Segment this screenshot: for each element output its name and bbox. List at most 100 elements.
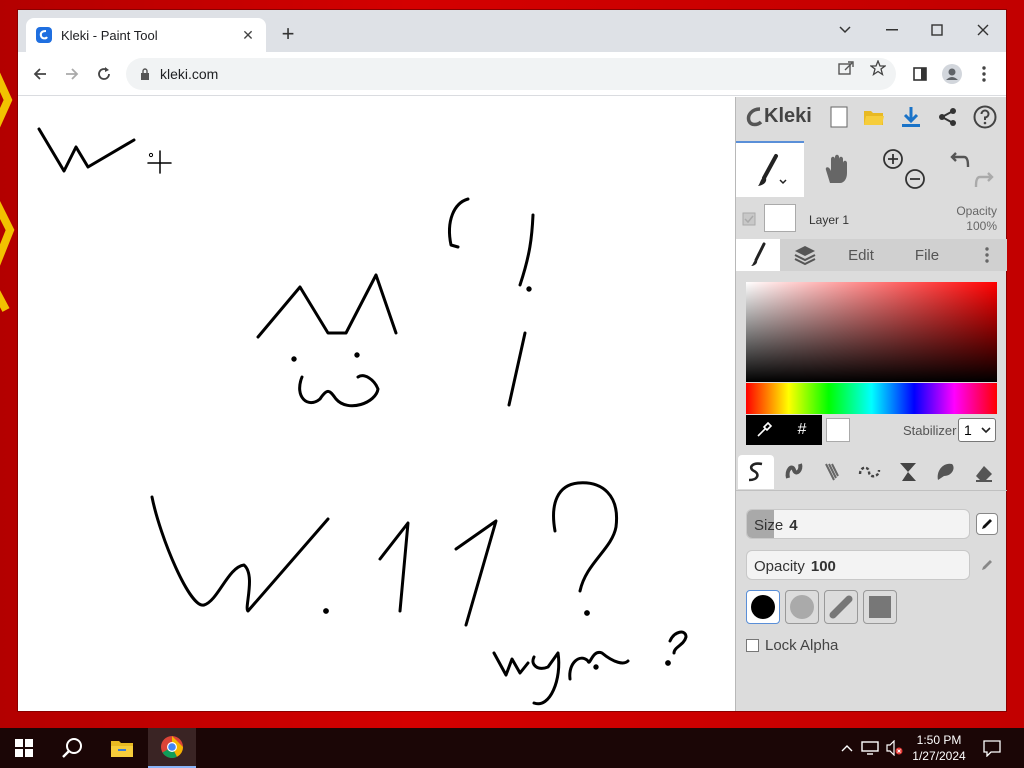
lock-icon	[141, 68, 149, 80]
blend-brush-button[interactable]	[776, 455, 812, 489]
eyedropper-button[interactable]	[746, 415, 782, 445]
folder-icon	[111, 741, 133, 757]
chevron-down-icon	[981, 427, 991, 434]
bookmark-star-icon[interactable]	[868, 58, 888, 78]
size-label: Size	[754, 517, 784, 534]
hex-input-button[interactable]: #	[782, 415, 822, 445]
layer-preview-row[interactable]: Layer 1 Opacity 100%	[736, 201, 1007, 239]
new-image-button[interactable]	[825, 103, 853, 131]
brush-shape-square-button[interactable]	[863, 590, 897, 624]
lock-alpha-checkbox[interactable]	[746, 639, 759, 652]
stabilizer-select[interactable]: 1	[958, 418, 996, 442]
opacity-label: Opacity	[754, 558, 805, 575]
smudge-brush-button[interactable]	[928, 455, 964, 489]
zoom-controls	[870, 141, 938, 197]
tab-search-button[interactable]	[831, 18, 859, 42]
open-file-button[interactable]	[860, 103, 888, 131]
eraser-button[interactable]	[966, 455, 1002, 489]
brush-shape-chisel-button[interactable]	[824, 590, 858, 624]
undo-redo-icon[interactable]	[948, 147, 996, 191]
minimize-button[interactable]	[878, 18, 906, 42]
pen-brush-icon	[748, 462, 763, 482]
chemy-brush-icon	[900, 463, 916, 481]
secondary-color-swatch[interactable]	[826, 418, 850, 442]
tab-edit[interactable]: Edit	[830, 239, 892, 271]
download-icon	[902, 107, 920, 127]
arrow-left-icon	[33, 68, 46, 80]
hue-slider[interactable]	[746, 383, 997, 414]
hand-tool-button[interactable]	[804, 141, 870, 197]
sketchy-brush-button[interactable]	[814, 455, 850, 489]
lock-alpha-row[interactable]: Lock Alpha	[746, 637, 838, 654]
size-value: 4	[789, 517, 798, 534]
save-download-button[interactable]	[897, 103, 925, 131]
share-page-icon[interactable]	[836, 58, 856, 78]
tab-close-icon[interactable]: ✕	[240, 27, 256, 44]
pen-brush-button[interactable]	[738, 455, 774, 489]
browser-titlebar: Kleki - Paint Tool ✕ +	[18, 10, 1006, 52]
notifications-button[interactable]	[980, 728, 1004, 768]
size-pressure-toggle[interactable]	[976, 513, 998, 535]
folder-icon	[864, 111, 884, 125]
chrome-icon	[161, 736, 183, 758]
pen-pressure-icon	[982, 560, 992, 570]
share-button[interactable]	[934, 103, 962, 131]
zoom-in-out-icon[interactable]	[879, 147, 929, 191]
brush-type-row	[736, 453, 1007, 491]
help-icon	[973, 105, 997, 129]
address-bar[interactable]: kleki.com	[126, 58, 896, 90]
layer-checkbox-icon[interactable]	[742, 212, 756, 226]
tab-file[interactable]: File	[892, 239, 962, 271]
forward-button[interactable]	[60, 62, 84, 86]
network-icon[interactable]	[860, 728, 880, 768]
chrome-taskbar-button[interactable]	[148, 728, 196, 768]
profile-avatar-icon[interactable]	[940, 62, 964, 86]
tab-brush[interactable]	[736, 239, 780, 271]
opacity-slider[interactable]: Opacity 100	[746, 550, 970, 580]
windows-logo-icon	[15, 739, 33, 757]
color-controls: # Stabilizer 1	[746, 415, 997, 445]
undo-redo-controls	[938, 141, 1006, 197]
file-explorer-button[interactable]	[98, 728, 146, 768]
round-shape-icon	[751, 595, 775, 619]
chemy-brush-button[interactable]	[890, 455, 926, 489]
kleki-favicon-icon	[36, 27, 52, 43]
search-button[interactable]	[48, 728, 96, 768]
brush-shape-round-button[interactable]	[746, 590, 780, 624]
chevron-down-icon	[839, 26, 851, 34]
smudge-brush-icon	[937, 463, 954, 480]
help-button[interactable]	[971, 103, 999, 131]
pen-pressure-icon	[982, 519, 992, 529]
volume-muted-icon[interactable]	[884, 728, 904, 768]
tab-layers[interactable]	[780, 239, 830, 271]
maximize-button[interactable]	[923, 18, 951, 42]
opacity-pressure-toggle[interactable]	[976, 554, 998, 576]
system-clock[interactable]: 1:50 PM 1/27/2024	[906, 732, 972, 764]
browser-menu-icon[interactable]	[972, 62, 996, 86]
url-text: kleki.com	[160, 66, 219, 82]
drawing-canvas[interactable]	[18, 97, 735, 711]
side-panel-icon[interactable]	[908, 62, 932, 86]
browser-tab[interactable]: Kleki - Paint Tool ✕	[26, 18, 266, 52]
start-button[interactable]	[0, 728, 48, 768]
reload-button[interactable]	[92, 62, 116, 86]
browser-toolbar: kleki.com	[18, 52, 1006, 96]
layer-opacity: Opacity 100%	[956, 204, 997, 233]
layer-name: Layer 1	[809, 213, 850, 227]
brush-shape-soft-button[interactable]	[785, 590, 819, 624]
pixel-brush-button[interactable]	[852, 455, 888, 489]
brush-tool-button[interactable]	[736, 141, 804, 197]
hand-icon	[825, 154, 847, 183]
saturation-value-picker[interactable]	[746, 282, 997, 382]
layer-thumbnail	[764, 204, 796, 232]
show-hidden-icons-button[interactable]	[838, 728, 856, 768]
panel-more-icon[interactable]	[974, 239, 1000, 271]
new-tab-button[interactable]: +	[278, 23, 298, 45]
maximize-icon	[931, 24, 943, 36]
size-slider[interactable]: Size 4	[746, 509, 970, 539]
pixel-brush-icon	[858, 466, 881, 478]
page-content: Kleki Layer 1 Opacity 100% Edit File # S…	[18, 97, 1007, 711]
panel-header: Kleki	[736, 97, 1007, 137]
close-window-button[interactable]	[969, 18, 997, 42]
back-button[interactable]	[28, 62, 52, 86]
